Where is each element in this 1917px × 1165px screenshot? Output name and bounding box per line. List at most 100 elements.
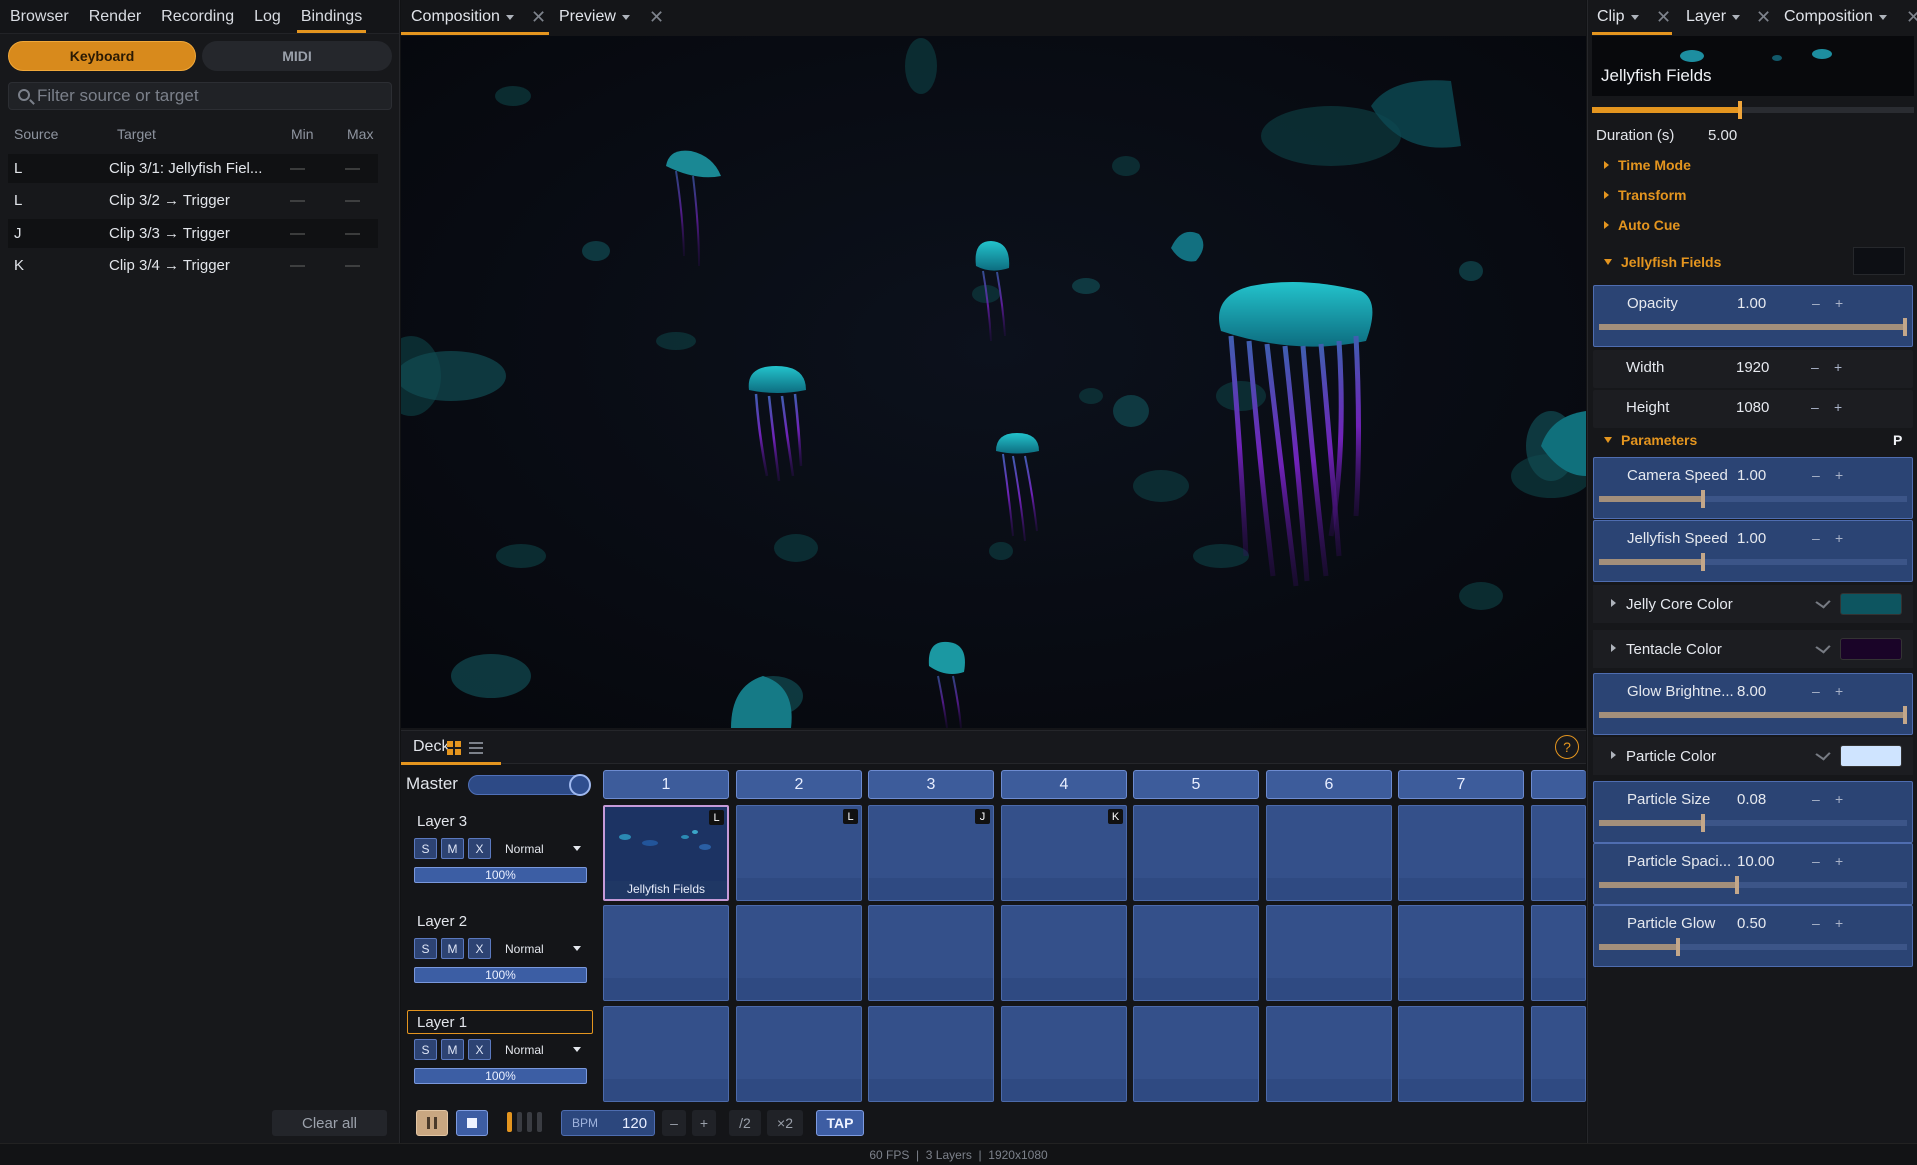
clip-cell[interactable] (1133, 1006, 1259, 1102)
clip-cell[interactable] (1398, 805, 1524, 901)
clip-cell[interactable] (1133, 805, 1259, 901)
clip-cell[interactable] (1531, 905, 1586, 1001)
param-value[interactable]: 1.00 (1737, 295, 1766, 312)
slider-knob[interactable] (1903, 318, 1907, 336)
clip-cell[interactable] (868, 905, 994, 1001)
tab-recording[interactable]: Recording (151, 0, 244, 33)
slider-knob[interactable] (1734, 876, 1739, 894)
slider-knob[interactable] (1700, 814, 1705, 832)
param-increase-button[interactable]: + (1835, 853, 1843, 869)
column-1-header[interactable]: 1 (603, 770, 729, 799)
list-view-icon[interactable] (469, 741, 483, 755)
column-4-header[interactable]: 4 (1001, 770, 1127, 799)
bpm-double-button[interactable]: ×2 (767, 1110, 803, 1136)
binding-row[interactable]: J Clip 3/3 → Trigger — — (8, 219, 378, 248)
param-value[interactable]: 10.00 (1737, 853, 1775, 870)
column-5-header[interactable]: 5 (1133, 770, 1259, 799)
tab-browser[interactable]: Browser (0, 0, 79, 33)
tab-clip[interactable]: Clip (1597, 0, 1639, 34)
column-3-header[interactable]: 3 (868, 770, 994, 799)
clear-layer-button[interactable]: X (468, 838, 491, 859)
tab-composition-inspector[interactable]: Composition (1784, 0, 1887, 34)
clip-cell[interactable] (1531, 805, 1586, 901)
clip-cell[interactable] (1266, 805, 1392, 901)
mute-button[interactable]: M (441, 938, 464, 959)
clip-progress-knob[interactable] (1738, 101, 1742, 119)
clip-cell[interactable] (603, 905, 729, 1001)
param-tentacle-color[interactable]: Tentacle Color (1593, 630, 1913, 668)
clip-cell[interactable] (1531, 1006, 1586, 1102)
clip-cell[interactable]: L (736, 805, 862, 901)
clip-cell[interactable] (1001, 905, 1127, 1001)
binding-row[interactable]: K Clip 3/4 → Trigger — — (8, 251, 378, 280)
clip-cell[interactable] (736, 1006, 862, 1102)
param-increase-button[interactable]: + (1835, 683, 1843, 699)
bpm-field[interactable]: BPM 120 (561, 1110, 655, 1136)
solo-button[interactable]: S (414, 838, 437, 859)
parameters-badge[interactable]: P (1893, 432, 1902, 448)
color-swatch[interactable] (1840, 593, 1902, 615)
color-swatch[interactable] (1840, 638, 1902, 660)
layer-opacity-bar[interactable]: 100% (414, 1068, 587, 1084)
param-value[interactable]: 0.08 (1737, 791, 1766, 808)
section-parameters[interactable]: Parameters (1604, 432, 1697, 448)
section-auto-cue[interactable]: Auto Cue (1604, 217, 1680, 233)
clip-cell[interactable] (1398, 905, 1524, 1001)
param-increase-button[interactable]: + (1835, 530, 1843, 546)
master-fader[interactable] (468, 774, 591, 796)
param-decrease-button[interactable]: – (1812, 530, 1820, 546)
clip-cell[interactable] (868, 1006, 994, 1102)
clip-progress-bar[interactable] (1592, 101, 1914, 119)
param-decrease-button[interactable]: – (1811, 399, 1819, 415)
tab-composition-close[interactable]: ✕ (531, 0, 546, 34)
tab-log[interactable]: Log (244, 0, 291, 33)
tab-composition-inspector-close[interactable]: ✕ (1906, 0, 1917, 34)
clear-all-button[interactable]: Clear all (272, 1110, 387, 1136)
param-increase-button[interactable]: + (1834, 399, 1842, 415)
param-decrease-button[interactable]: – (1812, 791, 1820, 807)
mute-button[interactable]: M (441, 838, 464, 859)
bpm-increase-button[interactable]: + (692, 1110, 716, 1136)
param-particle-size[interactable]: Particle Size 0.08 – + (1593, 781, 1913, 843)
clip-cell-jellyfish-fields[interactable]: L Jellyfish Fields (603, 805, 729, 901)
param-particle-color[interactable]: Particle Color (1593, 737, 1913, 775)
binding-row[interactable]: L Clip 3/1: Jellyfish Fiel... — — (8, 154, 378, 183)
param-glow-brightness[interactable]: Glow Brightne... 8.00 – + (1593, 673, 1913, 735)
clip-cell[interactable] (1133, 905, 1259, 1001)
tab-layer-close[interactable]: ✕ (1756, 0, 1771, 34)
bpm-decrease-button[interactable]: – (662, 1110, 686, 1136)
binding-row[interactable]: L Clip 3/2 → Trigger — — (8, 186, 378, 215)
column-8-header[interactable] (1531, 770, 1586, 799)
param-decrease-button[interactable]: – (1812, 915, 1820, 931)
tab-clip-close[interactable]: ✕ (1656, 0, 1671, 34)
column-6-header[interactable]: 6 (1266, 770, 1392, 799)
slider-knob[interactable] (1676, 938, 1680, 956)
column-7-header[interactable]: 7 (1398, 770, 1524, 799)
eyedropper-icon[interactable] (1815, 595, 1831, 609)
keyboard-toggle[interactable]: Keyboard (8, 41, 196, 71)
section-time-mode[interactable]: Time Mode (1604, 157, 1691, 173)
section-jellyfish-fields[interactable]: Jellyfish Fields (1604, 254, 1721, 270)
help-icon[interactable]: ? (1555, 735, 1579, 759)
column-2-header[interactable]: 2 (736, 770, 862, 799)
param-value[interactable]: 1080 (1736, 399, 1769, 416)
tab-preview[interactable]: Preview (559, 0, 630, 34)
param-increase-button[interactable]: + (1834, 359, 1842, 375)
clear-layer-button[interactable]: X (468, 1039, 491, 1060)
clip-cell[interactable]: J (868, 805, 994, 901)
param-slider[interactable] (1599, 706, 1907, 724)
param-value[interactable]: 1920 (1736, 359, 1769, 376)
param-decrease-button[interactable]: – (1812, 683, 1820, 699)
param-value[interactable]: 0.50 (1737, 915, 1766, 932)
param-particle-spacing[interactable]: Particle Spaci... 10.00 – + (1593, 843, 1913, 905)
bpm-half-button[interactable]: /2 (729, 1110, 761, 1136)
param-slider[interactable] (1599, 490, 1907, 508)
param-width[interactable]: Width 1920 – + (1593, 350, 1913, 388)
tab-bindings[interactable]: Bindings (291, 0, 372, 33)
tab-preview-close[interactable]: ✕ (649, 0, 664, 34)
param-decrease-button[interactable]: – (1812, 295, 1820, 311)
eyedropper-icon[interactable] (1815, 747, 1831, 761)
tab-render[interactable]: Render (79, 0, 151, 33)
section-transform[interactable]: Transform (1604, 187, 1686, 203)
clip-cell[interactable] (736, 905, 862, 1001)
